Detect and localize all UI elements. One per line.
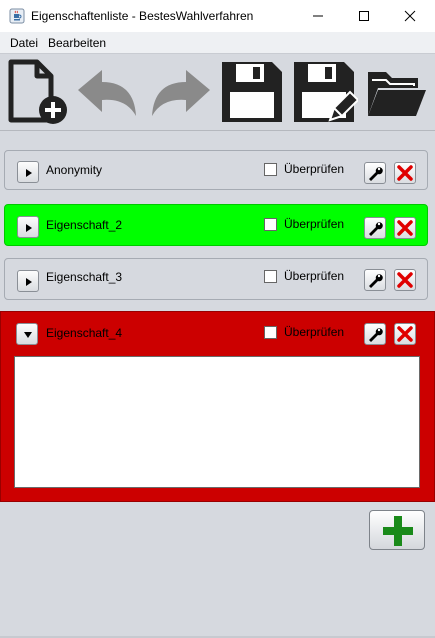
verify-checkbox[interactable] — [264, 270, 277, 283]
property-name: Eigenschaft_3 — [46, 270, 123, 284]
expand-button[interactable] — [17, 216, 39, 238]
delete-property-button[interactable] — [394, 217, 416, 239]
open-folder-button[interactable] — [362, 58, 430, 126]
wrench-icon — [369, 167, 383, 181]
maximize-button[interactable] — [341, 0, 387, 32]
triangle-right-icon — [26, 169, 32, 177]
save-button[interactable] — [218, 58, 286, 126]
undo-icon — [78, 70, 136, 116]
delete-property-button[interactable] — [394, 323, 416, 345]
edit-property-button[interactable] — [364, 217, 386, 239]
new-document-icon — [8, 59, 67, 124]
wrench-icon — [369, 222, 383, 236]
triangle-right-icon — [26, 278, 32, 286]
redo-icon — [152, 70, 210, 116]
collapse-button[interactable] — [16, 323, 38, 345]
wrench-icon — [369, 274, 383, 288]
plus-icon — [383, 516, 413, 546]
property-name: Anonymity — [46, 163, 103, 177]
expand-button[interactable] — [17, 161, 39, 183]
edit-property-button[interactable] — [364, 323, 386, 345]
maximize-icon — [359, 11, 369, 21]
close-icon — [404, 10, 416, 22]
close-window-button[interactable] — [387, 0, 433, 32]
triangle-right-icon — [26, 224, 32, 232]
new-document-button[interactable] — [3, 58, 71, 126]
delete-property-button[interactable] — [394, 162, 416, 184]
delete-property-button[interactable] — [394, 269, 416, 291]
menu-bearbeiten[interactable]: Bearbeiten — [48, 36, 106, 50]
window-title: Eigenschaftenliste - BestesWahlverfahren — [31, 9, 254, 23]
property-name: Eigenschaft_2 — [46, 218, 123, 232]
delete-x-icon — [397, 326, 413, 342]
property-row: Eigenschaft_3 Überprüfen — [4, 258, 428, 300]
delete-x-icon — [397, 272, 413, 288]
expand-button[interactable] — [17, 270, 39, 292]
undo-button[interactable] — [74, 58, 142, 126]
save-as-icon — [294, 62, 358, 122]
verify-label: Überprüfen — [284, 325, 345, 339]
menu-bar: Datei Bearbeiten — [0, 32, 435, 54]
wrench-icon — [369, 328, 383, 342]
triangle-down-icon — [24, 332, 32, 338]
property-row-expanded: Eigenschaft_4 Überprüfen — [0, 311, 435, 502]
save-icon — [222, 62, 282, 122]
minimize-button[interactable] — [295, 0, 341, 32]
verify-label: Überprüfen — [284, 217, 345, 231]
open-folder-icon — [368, 72, 426, 116]
java-coffee-icon — [9, 8, 25, 24]
property-description-textarea[interactable] — [14, 356, 420, 488]
menu-datei[interactable]: Datei — [10, 36, 38, 50]
verify-checkbox[interactable] — [264, 218, 277, 231]
redo-button[interactable] — [146, 58, 214, 126]
verify-checkbox[interactable] — [264, 326, 277, 339]
edit-property-button[interactable] — [364, 269, 386, 291]
add-property-button[interactable] — [369, 510, 425, 550]
edit-property-button[interactable] — [364, 162, 386, 184]
save-as-button[interactable] — [290, 58, 358, 126]
toolbar — [0, 54, 435, 131]
title-bar: Eigenschaftenliste - BestesWahlverfahren — [0, 0, 435, 32]
delete-x-icon — [397, 220, 413, 236]
property-row: Anonymity Überprüfen — [4, 150, 428, 190]
verify-checkbox[interactable] — [264, 163, 277, 176]
property-name: Eigenschaft_4 — [46, 326, 123, 340]
delete-x-icon — [397, 165, 413, 181]
verify-label: Überprüfen — [284, 162, 345, 176]
minimize-icon — [313, 15, 323, 17]
verify-label: Überprüfen — [284, 269, 345, 283]
property-row: Eigenschaft_2 Überprüfen — [4, 204, 428, 246]
